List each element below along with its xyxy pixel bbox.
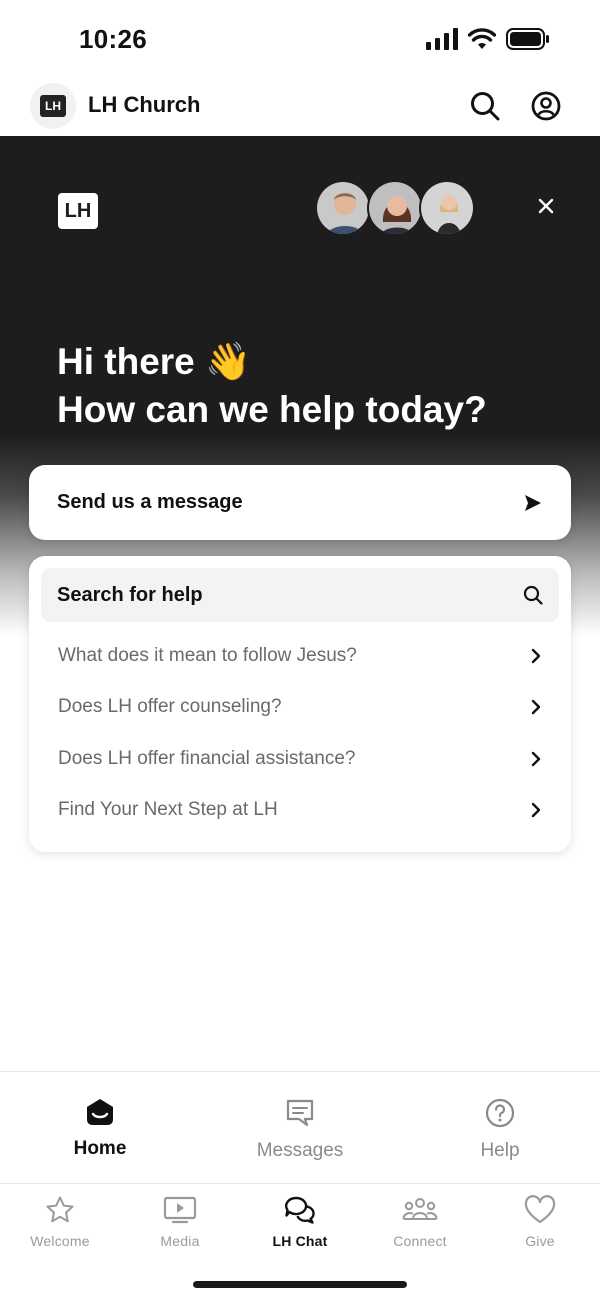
greeting-line-1: Hi there 👋: [57, 341, 252, 382]
help-article-label: Does LH offer financial assistance?: [58, 747, 356, 769]
status-bar: 10:26: [0, 0, 600, 76]
chat-tab-home[interactable]: Home: [0, 1072, 200, 1183]
help-article-item[interactable]: Does LH offer counseling?: [41, 682, 559, 734]
chat-tab-messages[interactable]: Messages: [200, 1072, 400, 1183]
home-icon: [87, 1099, 113, 1125]
people-icon: [402, 1198, 438, 1220]
search-icon: [523, 585, 543, 605]
tab-give[interactable]: Give: [480, 1185, 600, 1300]
status-time: 10:26: [79, 24, 147, 54]
help-article-list: What does it mean to follow Jesus? Does …: [41, 630, 559, 836]
close-button[interactable]: [530, 190, 562, 222]
chevron-right-icon: [531, 803, 541, 818]
heart-icon: [524, 1195, 556, 1224]
wifi-icon: [468, 28, 496, 49]
star-icon: [46, 1196, 74, 1223]
avatar: [315, 180, 371, 236]
help-card: Search for help What does it mean to fol…: [29, 556, 571, 852]
battery-icon: [506, 28, 549, 50]
church-logo-badge: LH: [40, 95, 66, 117]
chat-tab-label: Help: [480, 1140, 520, 1161]
status-icons: [426, 28, 550, 50]
tab-label: Welcome: [30, 1233, 90, 1249]
media-icon: [163, 1196, 197, 1224]
help-article-item[interactable]: What does it mean to follow Jesus?: [41, 630, 559, 682]
chat-tab-help[interactable]: Help: [400, 1072, 600, 1183]
help-article-label: What does it mean to follow Jesus?: [58, 644, 357, 666]
signal-icon: [426, 28, 458, 50]
help-article-item[interactable]: Find Your Next Step at LH: [41, 785, 559, 837]
tab-label: Media: [160, 1233, 200, 1249]
chevron-right-icon: [531, 700, 541, 715]
tab-welcome[interactable]: Welcome: [0, 1185, 120, 1300]
account-icon: [531, 91, 561, 121]
app-header: LH LH Church: [0, 76, 600, 136]
help-article-item[interactable]: Does LH offer financial assistance?: [41, 733, 559, 785]
close-icon: [538, 198, 554, 214]
chat-tab-label: Home: [73, 1138, 127, 1159]
chat-navigation: Home Messages Help: [0, 1071, 600, 1184]
search-button[interactable]: [469, 90, 501, 122]
hero-logo: LH: [58, 193, 98, 229]
home-indicator[interactable]: [193, 1281, 407, 1288]
avatar: [419, 180, 475, 236]
send-message-label: Send us a message: [57, 491, 243, 513]
help-article-label: Does LH offer counseling?: [58, 696, 282, 718]
search-icon: [471, 92, 500, 121]
send-arrow-icon: [525, 494, 541, 511]
help-article-label: Find Your Next Step at LH: [58, 799, 278, 821]
greeting-line-2: How can we help today?: [57, 389, 487, 430]
chat-tab-label: Messages: [256, 1140, 344, 1161]
chevron-right-icon: [531, 751, 541, 766]
search-help-field[interactable]: Search for help: [41, 568, 559, 622]
tab-label: LH Chat: [272, 1233, 328, 1249]
avatar: [367, 180, 423, 236]
church-logo[interactable]: LH: [30, 83, 76, 129]
tab-label: Connect: [393, 1233, 447, 1249]
send-message-button[interactable]: Send us a message: [29, 465, 571, 540]
app-title: LH Church: [88, 92, 201, 117]
chevron-right-icon: [531, 648, 541, 663]
messages-icon: [286, 1099, 314, 1127]
greeting: Hi there 👋 How can we help today?: [57, 338, 487, 434]
account-button[interactable]: [530, 90, 562, 122]
tab-label: Give: [525, 1233, 555, 1249]
chat-icon: [284, 1196, 315, 1224]
search-help-label: Search for help: [57, 583, 203, 606]
help-icon: [485, 1098, 515, 1128]
team-avatars: [315, 180, 475, 236]
